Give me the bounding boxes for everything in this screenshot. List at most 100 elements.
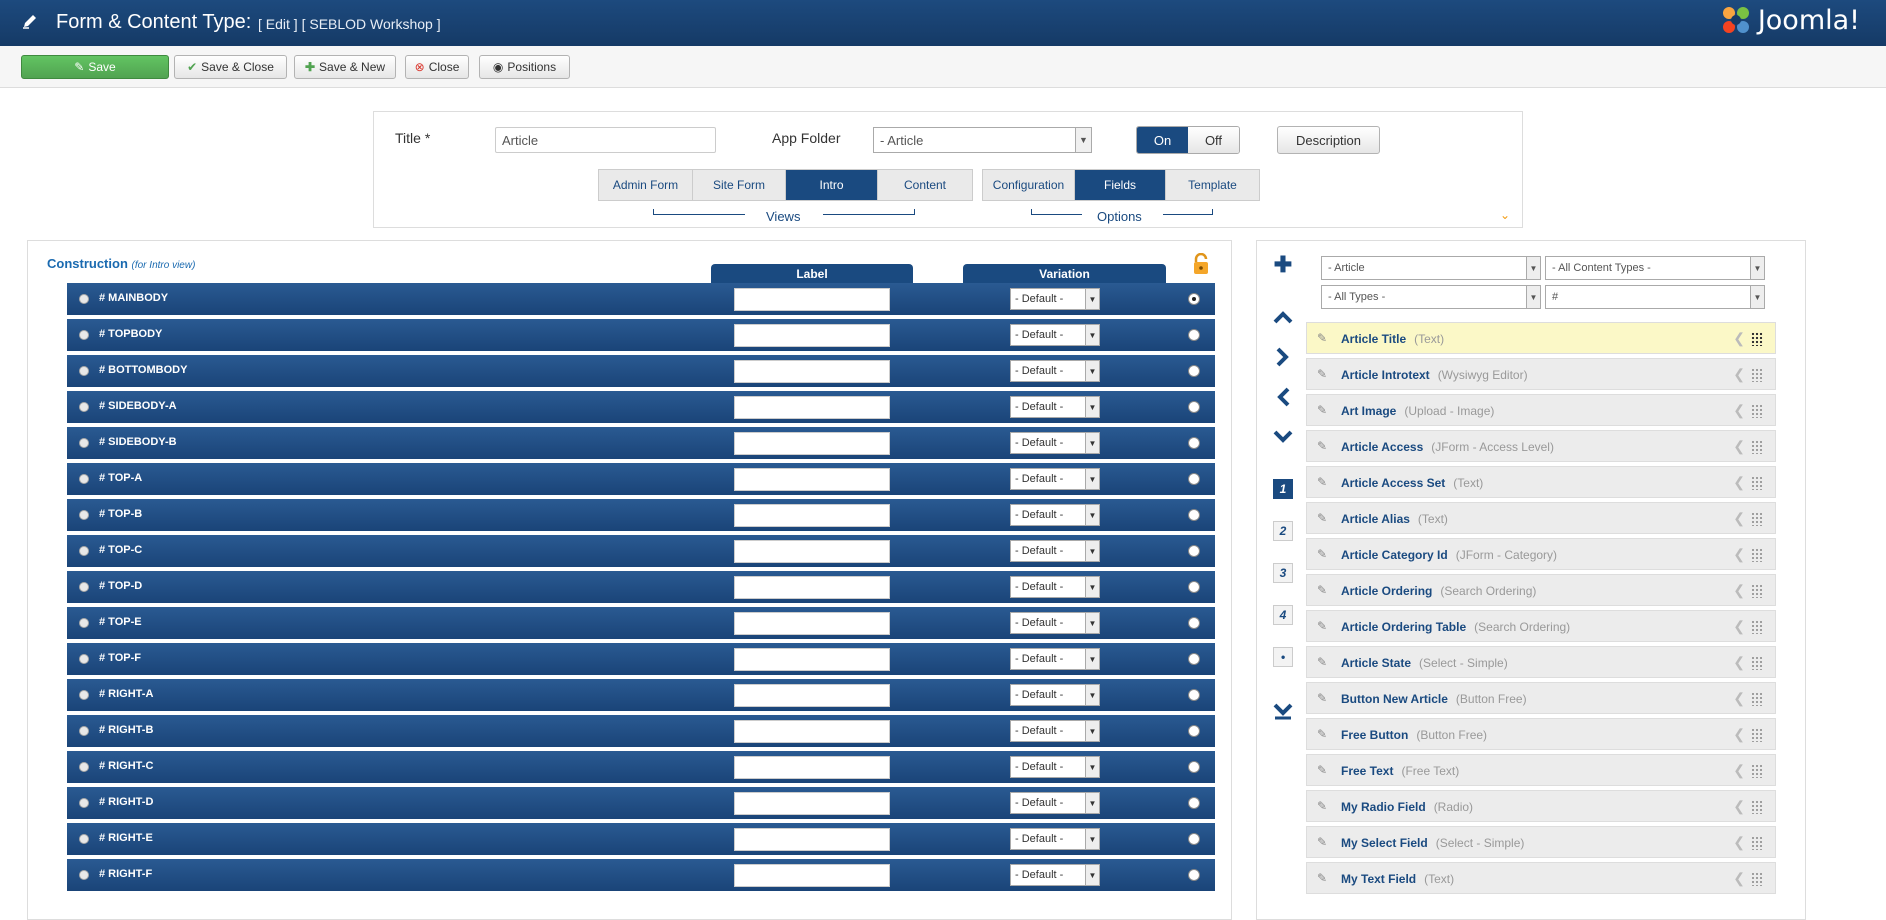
- field-item[interactable]: ✎ Article Ordering (Search Ordering) ❮: [1306, 574, 1776, 606]
- position-radio[interactable]: [79, 366, 89, 376]
- edit-pencil-icon[interactable]: ✎: [1317, 367, 1327, 381]
- tab-intro[interactable]: Intro: [786, 170, 878, 200]
- chevron-left-icon[interactable]: ❮: [1733, 582, 1745, 599]
- chevron-left-icon[interactable]: ❮: [1733, 366, 1745, 383]
- edit-pencil-icon[interactable]: ✎: [1317, 475, 1327, 489]
- position-select-radio[interactable]: [1188, 293, 1200, 305]
- position-radio[interactable]: [79, 294, 89, 304]
- save-new-button[interactable]: ✚ Save & New: [294, 55, 396, 79]
- tab-admin-form[interactable]: Admin Form: [599, 170, 693, 200]
- chevron-left-icon[interactable]: ❮: [1733, 330, 1745, 347]
- type-filter-select[interactable]: - All Types - ▼: [1321, 285, 1541, 309]
- position-label-input[interactable]: [734, 288, 890, 311]
- save-button[interactable]: ✎ Save: [21, 55, 169, 79]
- tab-site-form[interactable]: Site Form: [693, 170, 786, 200]
- chevron-left-icon[interactable]: ❮: [1733, 726, 1745, 743]
- position-select-radio[interactable]: [1188, 365, 1200, 377]
- position-label-input[interactable]: [734, 432, 890, 455]
- variation-select[interactable]: - Default - ▼: [1010, 432, 1100, 454]
- variation-select[interactable]: - Default - ▼: [1010, 684, 1100, 706]
- expand-chevron-icon[interactable]: ⌄: [1500, 208, 1510, 222]
- tab-fields[interactable]: Fields: [1075, 170, 1166, 200]
- edit-pencil-icon[interactable]: ✎: [1317, 763, 1327, 777]
- field-item[interactable]: ✎ Article Introtext (Wysiwyg Editor) ❮: [1306, 358, 1776, 390]
- variation-select[interactable]: - Default - ▼: [1010, 288, 1100, 310]
- variation-select[interactable]: - Default - ▼: [1010, 396, 1100, 418]
- edit-pencil-icon[interactable]: ✎: [1317, 619, 1327, 633]
- position-select-radio[interactable]: [1188, 545, 1200, 557]
- position-select-radio[interactable]: [1188, 869, 1200, 881]
- chevron-left-icon[interactable]: ❮: [1733, 402, 1745, 419]
- chevron-left-icon[interactable]: ❮: [1733, 798, 1745, 815]
- field-item[interactable]: ✎ Free Button (Button Free) ❮: [1306, 718, 1776, 750]
- position-label-input[interactable]: [734, 684, 890, 707]
- position-select-radio[interactable]: [1188, 581, 1200, 593]
- edit-pencil-icon[interactable]: ✎: [1317, 583, 1327, 597]
- move-right-icon[interactable]: [1272, 346, 1294, 368]
- edit-pencil-icon[interactable]: ✎: [1317, 403, 1327, 417]
- title-input[interactable]: Article: [495, 127, 716, 153]
- position-radio[interactable]: [79, 654, 89, 664]
- page-3-button[interactable]: 3: [1273, 563, 1293, 583]
- folder-filter-select[interactable]: - Article ▼: [1321, 256, 1541, 280]
- position-radio[interactable]: [79, 618, 89, 628]
- position-select-radio[interactable]: [1188, 617, 1200, 629]
- tab-template[interactable]: Template: [1166, 170, 1259, 200]
- position-radio[interactable]: [79, 330, 89, 340]
- position-label-input[interactable]: [734, 828, 890, 851]
- position-radio[interactable]: [79, 690, 89, 700]
- edit-pencil-icon[interactable]: ✎: [1317, 655, 1327, 669]
- variation-select[interactable]: - Default - ▼: [1010, 324, 1100, 346]
- drag-handle-icon[interactable]: [1751, 548, 1763, 562]
- position-label-input[interactable]: [734, 396, 890, 419]
- field-item[interactable]: ✎ My Text Field (Text) ❮: [1306, 862, 1776, 894]
- field-item[interactable]: ✎ Article Alias (Text) ❮: [1306, 502, 1776, 534]
- field-item[interactable]: ✎ Article Ordering Table (Search Ordering)…: [1306, 610, 1776, 642]
- drag-handle-icon[interactable]: [1751, 872, 1763, 886]
- field-item[interactable]: ✎ Button New Article (Button Free) ❮: [1306, 682, 1776, 714]
- chevron-left-icon[interactable]: ❮: [1733, 762, 1745, 779]
- field-item[interactable]: ✎ Article Category Id (JForm - Category) ❮: [1306, 538, 1776, 570]
- drag-handle-icon[interactable]: [1751, 368, 1763, 382]
- position-radio[interactable]: [79, 582, 89, 592]
- variation-select[interactable]: - Default - ▼: [1010, 828, 1100, 850]
- drag-handle-icon[interactable]: [1751, 800, 1763, 814]
- position-select-radio[interactable]: [1188, 797, 1200, 809]
- position-radio[interactable]: [79, 798, 89, 808]
- status-toggle[interactable]: On Off: [1136, 126, 1240, 154]
- position-label-input[interactable]: [734, 468, 890, 491]
- chevron-left-icon[interactable]: ❮: [1733, 474, 1745, 491]
- variation-select[interactable]: - Default - ▼: [1010, 756, 1100, 778]
- tab-content[interactable]: Content: [878, 170, 972, 200]
- move-left-icon[interactable]: [1272, 386, 1294, 408]
- page-more-button[interactable]: •: [1273, 647, 1293, 667]
- position-label-input[interactable]: [734, 864, 890, 887]
- edit-pencil-icon[interactable]: ✎: [1317, 835, 1327, 849]
- field-item[interactable]: ✎ Article Access Set (Text) ❮: [1306, 466, 1776, 498]
- tab-configuration[interactable]: Configuration: [983, 170, 1075, 200]
- drag-handle-icon[interactable]: [1751, 584, 1763, 598]
- position-select-radio[interactable]: [1188, 437, 1200, 449]
- drag-handle-icon[interactable]: [1751, 440, 1763, 454]
- page-2-button[interactable]: 2: [1273, 521, 1293, 541]
- position-label-input[interactable]: [734, 324, 890, 347]
- move-up-icon[interactable]: [1272, 306, 1294, 328]
- position-radio[interactable]: [79, 834, 89, 844]
- position-radio[interactable]: [79, 438, 89, 448]
- variation-select[interactable]: - Default - ▼: [1010, 468, 1100, 490]
- edit-pencil-icon[interactable]: ✎: [1317, 691, 1327, 705]
- position-radio[interactable]: [79, 474, 89, 484]
- position-label-input[interactable]: [734, 792, 890, 815]
- variation-select[interactable]: - Default - ▼: [1010, 360, 1100, 382]
- position-radio[interactable]: [79, 546, 89, 556]
- position-select-radio[interactable]: [1188, 401, 1200, 413]
- move-bottom-icon[interactable]: [1272, 701, 1294, 723]
- position-radio[interactable]: [79, 402, 89, 412]
- position-label-input[interactable]: [734, 720, 890, 743]
- positions-button[interactable]: ◉ Positions: [479, 55, 570, 79]
- position-select-radio[interactable]: [1188, 653, 1200, 665]
- chevron-left-icon[interactable]: ❮: [1733, 834, 1745, 851]
- drag-handle-icon[interactable]: [1751, 512, 1763, 526]
- chevron-left-icon[interactable]: ❮: [1733, 510, 1745, 527]
- page-1-button[interactable]: 1: [1273, 479, 1293, 499]
